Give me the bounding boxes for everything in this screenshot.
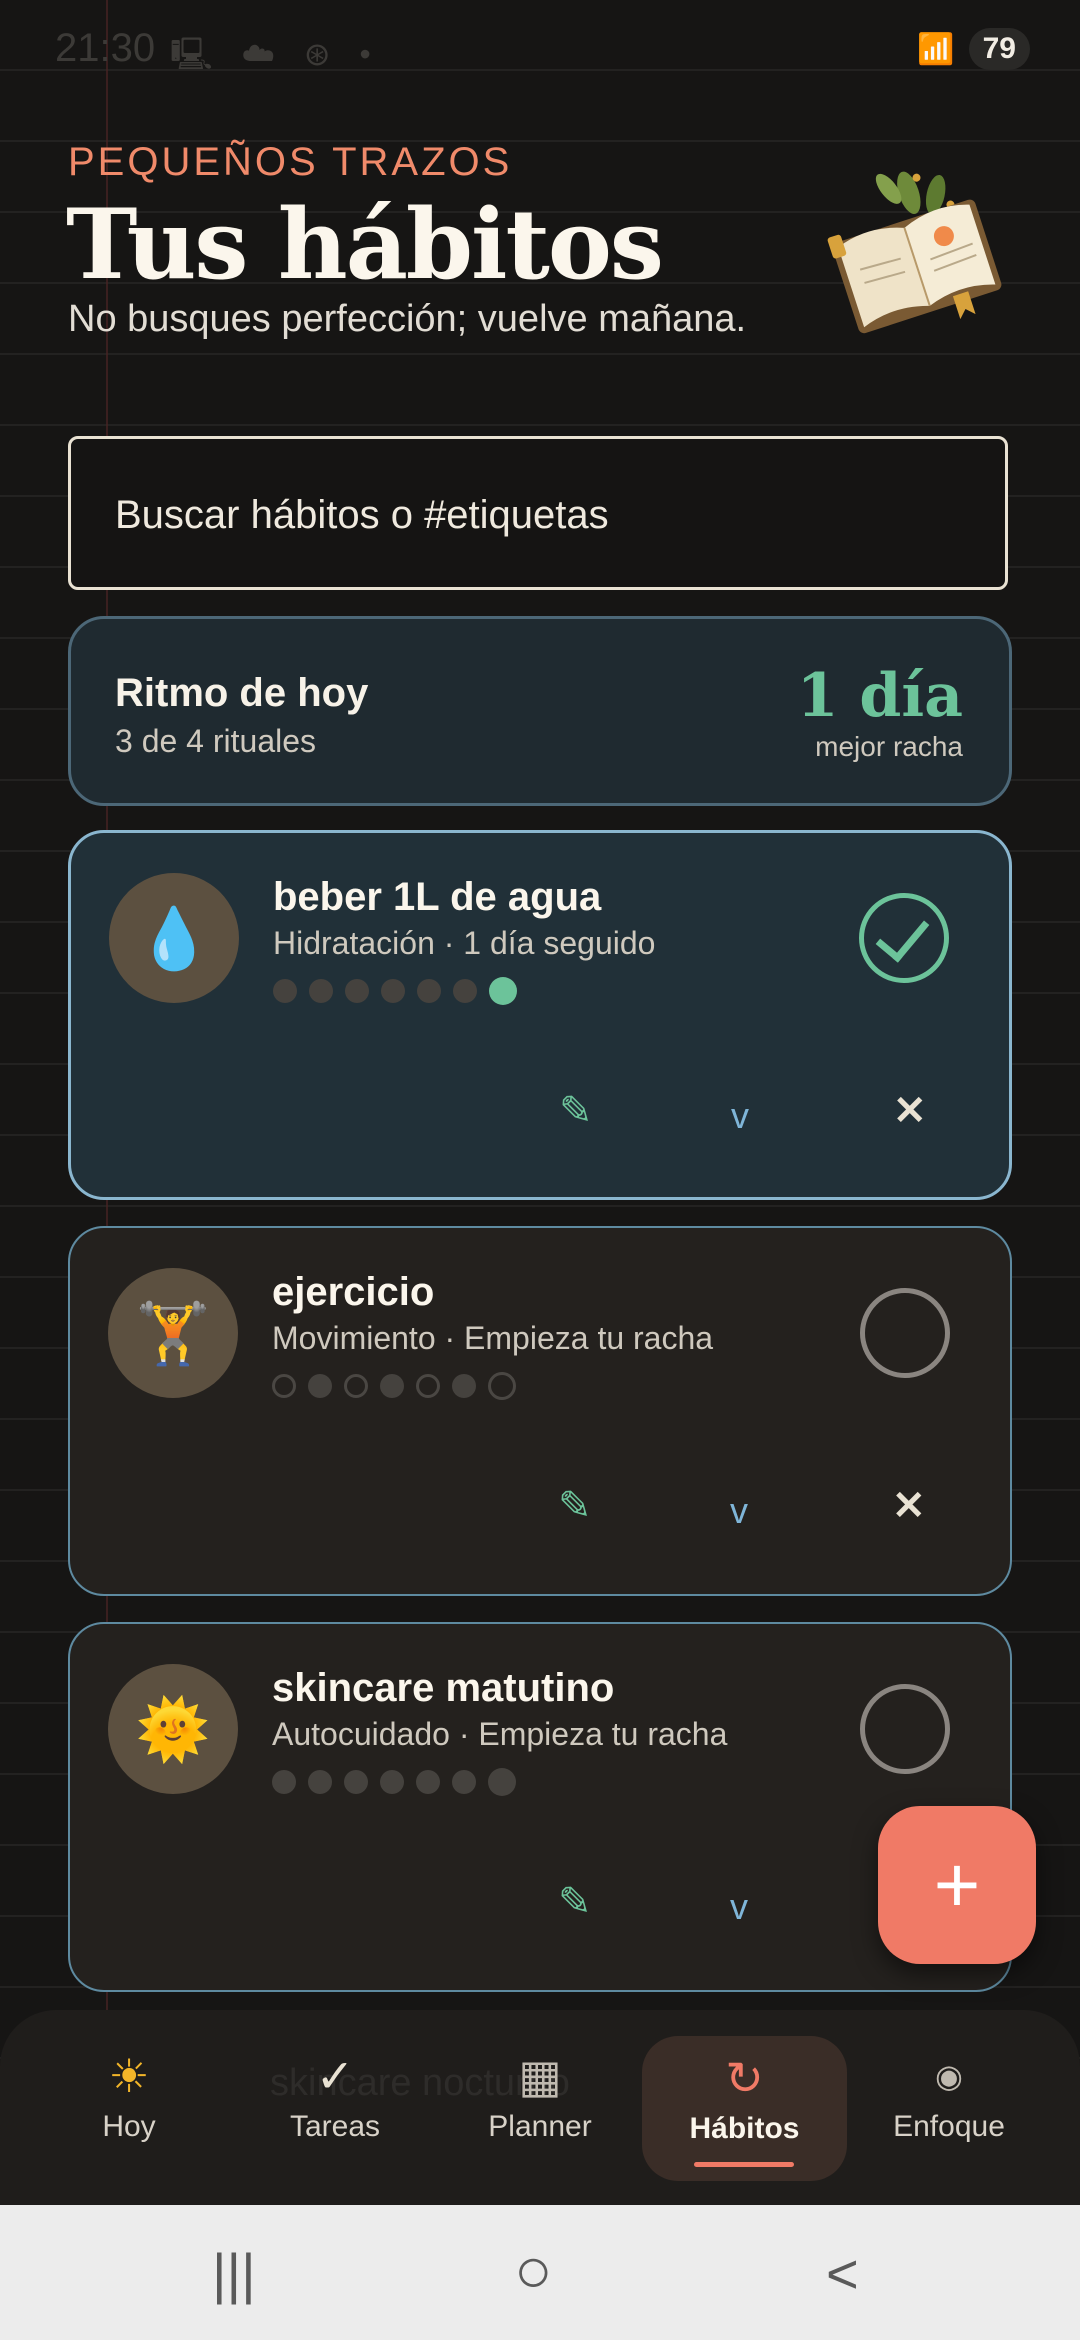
search-box[interactable]: [68, 436, 1008, 590]
chevron-down-icon[interactable]: v: [730, 1490, 748, 1532]
streak-dot-today: [488, 1372, 516, 1400]
weightlifter-icon: 🏋️: [108, 1268, 238, 1398]
streak-dot-today: [488, 1768, 516, 1796]
recents-icon[interactable]: |||: [212, 2241, 256, 2306]
habit-card-water[interactable]: 💧 beber 1L de agua Hidratación · 1 día s…: [68, 830, 1012, 1200]
streak-dot: [452, 1374, 476, 1398]
page-subtitle: No busques perfección; vuelve mañana.: [68, 298, 747, 340]
plus-icon: +: [933, 1840, 981, 1929]
habit-complete-checkbox[interactable]: [859, 893, 949, 983]
habit-subtitle: Movimiento · Empieza tu racha: [272, 1320, 714, 1356]
close-icon[interactable]: ✕: [893, 1088, 927, 1134]
close-icon[interactable]: ✕: [892, 1483, 926, 1529]
streak-dot: [309, 979, 333, 1003]
streak-dot: [452, 1770, 476, 1794]
streak-dot: [380, 1770, 404, 1794]
water-drop-icon: 💧: [109, 873, 239, 1003]
daily-rhythm-card: Ritmo de hoy 3 de 4 rituales 1 día mejor…: [68, 616, 1012, 806]
nav-item-enfoque[interactable]: ◉ Enfoque: [854, 2048, 1044, 2168]
streak-dot: [345, 979, 369, 1003]
nav-label: Enfoque: [893, 2110, 1005, 2143]
streak-dot: [380, 1374, 404, 1398]
status-bar: 21:30 🖳 ☁ ⊛ • 📶 79: [0, 0, 1080, 100]
edit-pencil-icon[interactable]: ✎: [559, 1088, 593, 1134]
sun-face-icon: 🌞: [108, 1664, 238, 1794]
habit-card-exercise[interactable]: 🏋️ ejercicio Movimiento · Empieza tu rac…: [68, 1226, 1012, 1596]
signal-icon: 📶: [917, 32, 955, 66]
nav-item-hoy[interactable]: ☀ Hoy: [34, 2048, 224, 2168]
habit-name: beber 1L de agua: [273, 875, 602, 919]
streak-dot: [344, 1770, 368, 1794]
nav-item-planner[interactable]: ▦ Planner: [445, 2048, 635, 2168]
streak-dot: [416, 1374, 440, 1398]
streak-dot: [308, 1374, 332, 1398]
nav-item-tareas[interactable]: ✓ Tareas: [240, 2048, 430, 2168]
chevron-down-icon[interactable]: v: [731, 1095, 749, 1137]
refresh-cycle-icon: ↻: [725, 2052, 764, 2104]
nav-label: Hábitos: [689, 2112, 800, 2145]
notification-icons: 🖳 ☁ ⊛ •: [170, 36, 381, 72]
habit-name: skincare matutino: [272, 1666, 615, 1710]
streak-dot: [272, 1374, 296, 1398]
streak-dot: [308, 1770, 332, 1794]
bottom-navigation: skincare nocturno ☀ Hoy ✓ Tareas ▦ Plann…: [0, 2010, 1080, 2205]
streak-dots: [273, 977, 517, 1005]
streak-dot-today: [489, 977, 517, 1005]
nav-item-habitos[interactable]: ↻ Hábitos: [642, 2036, 847, 2181]
system-navigation-bar: ||| ○ <: [0, 2205, 1080, 2340]
home-icon[interactable]: ○: [514, 2233, 553, 2307]
nav-label: Hoy: [102, 2110, 156, 2143]
app-eyebrow: PEQUEÑOS TRAZOS: [68, 140, 513, 184]
add-habit-button[interactable]: +: [878, 1806, 1036, 1964]
habit-card-skincare[interactable]: 🌞 skincare matutino Autocuidado · Empiez…: [68, 1622, 1012, 1992]
habit-subtitle: Autocuidado · Empieza tu racha: [272, 1716, 728, 1752]
streak-dot: [272, 1770, 296, 1794]
battery-indicator: 79: [968, 28, 1030, 70]
streak-dot: [381, 979, 405, 1003]
habit-complete-checkbox[interactable]: [860, 1684, 950, 1774]
best-streak-value: 1 día: [796, 661, 963, 731]
sun-icon: ☀: [108, 2050, 150, 2102]
streak-dots: [272, 1768, 516, 1796]
back-icon[interactable]: <: [826, 2241, 859, 2306]
focus-dot-icon: ◉: [935, 2058, 963, 2094]
checkmark-icon: ✓: [315, 2050, 355, 2102]
nav-label: Planner: [488, 2110, 592, 2143]
streak-dot: [416, 1770, 440, 1794]
streak-dot: [453, 979, 477, 1003]
habit-complete-checkbox[interactable]: [860, 1288, 950, 1378]
best-streak-label: mejor racha: [815, 731, 963, 762]
edit-pencil-icon[interactable]: ✎: [558, 1879, 592, 1925]
streak-dot: [344, 1374, 368, 1398]
active-indicator: [694, 2162, 794, 2167]
rhythm-progress: 3 de 4 rituales: [115, 723, 317, 759]
journal-illustration-icon: [827, 171, 1002, 334]
nav-label: Tareas: [289, 2110, 381, 2143]
streak-dot: [273, 979, 297, 1003]
edit-pencil-icon[interactable]: ✎: [558, 1483, 592, 1529]
streak-dot: [417, 979, 441, 1003]
habit-name: ejercicio: [272, 1270, 435, 1314]
grid-calendar-icon: ▦: [518, 2050, 562, 2102]
habit-subtitle: Hidratación · 1 día seguido: [273, 925, 656, 961]
status-time: 21:30: [55, 26, 156, 70]
chevron-down-icon[interactable]: v: [730, 1886, 748, 1928]
search-input[interactable]: [113, 479, 967, 551]
streak-dots: [272, 1372, 516, 1400]
rhythm-title: Ritmo de hoy: [115, 671, 369, 715]
page-title: Tus hábitos: [66, 188, 664, 301]
